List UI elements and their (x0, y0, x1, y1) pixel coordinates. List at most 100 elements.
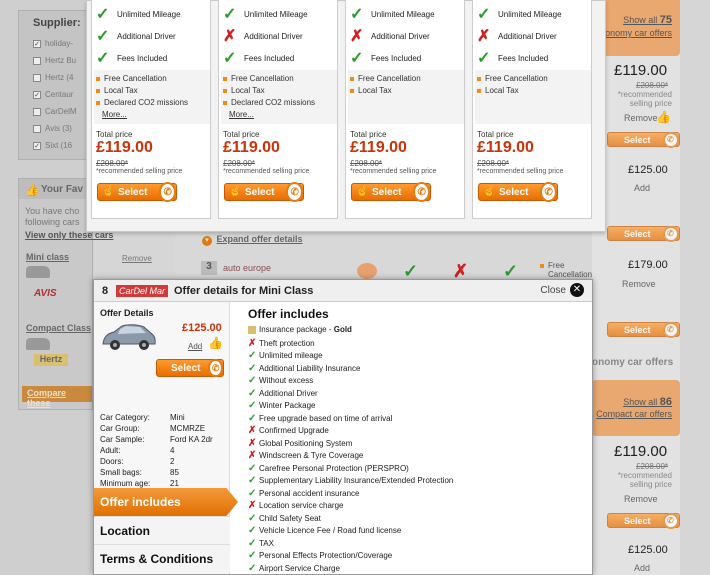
tab-location[interactable]: Location (94, 516, 230, 544)
total-price-label: Total price (350, 130, 387, 139)
feature-row: ✓ Fees Included (96, 48, 167, 68)
cheapest-banner-2: Show all 86 Compact car offers (592, 380, 680, 436)
phone-icon: ✆ (540, 182, 557, 202)
include-label: Airport Service Charge (259, 563, 340, 573)
cross-icon: ✗ (477, 28, 491, 45)
card-rec-price: *recommended selling price (350, 168, 437, 175)
close-button[interactable]: Close ✕ (540, 283, 584, 297)
card-old-price: £208.00* (350, 159, 383, 168)
card-select-button[interactable]: ☝ Select ✆ (351, 182, 431, 202)
show-all-link-2[interactable]: Show all 86 (623, 396, 672, 408)
supplier-filter-item[interactable]: ✓ Centaur (33, 86, 77, 103)
tab-offer-includes[interactable]: Offer includes (94, 488, 238, 516)
cross-icon: ✗ (350, 28, 364, 45)
check-icon: ✓ (248, 375, 257, 387)
check-icon: ✓ (248, 550, 257, 562)
right-select-2[interactable]: Select ✆ (607, 225, 680, 242)
checkbox[interactable]: ✓ (33, 141, 41, 150)
total-price-label: Total price (223, 130, 260, 139)
modal-title: Offer details for Mini Class (174, 285, 314, 297)
check-icon: ✓ (248, 462, 257, 474)
compact-offers-link[interactable]: Compact car offers (596, 409, 672, 419)
extra-label: Free (548, 261, 565, 270)
card-select-button[interactable]: ☝ Select ✆ (478, 182, 558, 202)
expand-offer-row[interactable]: ▾ Expand offer details (202, 234, 303, 246)
right-add-2[interactable]: Add (634, 563, 650, 573)
cheapest-offers-link-2[interactable]: onomy car offers (592, 357, 673, 368)
fav-remove-link[interactable]: Remove (122, 254, 152, 263)
hand-cursor-icon: ☝ (229, 186, 242, 197)
check-icon: ✓ (248, 362, 257, 374)
supplier-filter-item[interactable]: ✓ holiday- (33, 35, 77, 52)
check-icon: ✓ (248, 537, 257, 549)
supplier-filter-item[interactable]: Hertz (4 (33, 69, 77, 86)
card-select-button[interactable]: ☝ Select ✆ (224, 182, 304, 202)
spec-row: Car Group: MCMRZE (100, 424, 228, 435)
check-icon: ✓ (477, 50, 491, 67)
include-label: Unlimited mileage (259, 351, 323, 361)
offer-row-3: 3 auto europe ✓ ✗ ✓ (195, 255, 540, 281)
more-link[interactable]: More... (229, 110, 254, 119)
checkbox[interactable]: ✓ (33, 39, 41, 48)
include-label: Additional Liability Insurance (259, 363, 361, 373)
spec-value: Mini (170, 413, 185, 422)
right-remove-2[interactable]: Remove (622, 279, 656, 289)
cross-icon: ✗ (248, 337, 257, 349)
include-row: ✓ Vehicle Licence Fee / Road fund license (248, 525, 588, 538)
close-label: Close (540, 284, 566, 296)
row3-extras: Free Cancellation (540, 261, 592, 279)
right-select-3[interactable]: Select ✆ (607, 321, 680, 338)
include-label: Confirmed Upgrade (259, 426, 329, 436)
supplier-filter-item[interactable]: ✓ Sixt (16 (33, 137, 77, 154)
compare-button[interactable]: Compare these (22, 386, 92, 408)
card-rec-price: *recommended selling price (223, 168, 310, 175)
include-row: ✗ Global Positioning System (248, 437, 588, 450)
include-row: ✗ Theft protection (248, 337, 588, 350)
checkbox[interactable] (33, 124, 41, 133)
supplier-label: Hertz (4 (45, 73, 74, 82)
checkbox[interactable] (33, 56, 41, 65)
expand-label[interactable]: Expand offer details (217, 234, 303, 244)
right-select-1[interactable]: Select ✆ (607, 131, 680, 148)
right-remove-4[interactable]: Remove (624, 494, 658, 504)
offer-number: 8 (102, 285, 109, 297)
more-link[interactable]: More... (102, 110, 127, 119)
modal-tabs: Offer includes Location Terms & Conditions (94, 488, 238, 572)
include-label: Supplementary Liability Insurance/Extend… (259, 476, 454, 486)
right-select-4[interactable]: Select ✆ (607, 512, 680, 529)
card-old-price: £208.00* (477, 159, 510, 168)
right-add-1[interactable]: Add (634, 183, 650, 193)
card-select-button[interactable]: ☝ Select ✆ (97, 182, 177, 202)
feature-label: Fees Included (371, 53, 422, 63)
spec-key: Car Group: (100, 424, 140, 433)
extra-label: Free Cancellation (485, 74, 548, 83)
checkbox[interactable]: ✓ (33, 90, 41, 99)
spec-row: Small bags: 85 (100, 468, 228, 479)
checkbox[interactable] (33, 73, 41, 82)
card-rec-price: *recommended selling price (96, 168, 183, 175)
check-icon: ✓ (223, 50, 237, 67)
checkbox[interactable] (33, 107, 41, 116)
card-price: £119.00 (96, 139, 153, 156)
tab-terms-conditions[interactable]: Terms & Conditions (94, 544, 230, 572)
extra-label: Free Cancellation (231, 74, 294, 83)
show-all-link[interactable]: Show all 75 (623, 14, 672, 26)
include-row: ✓ Winter Package (248, 400, 588, 413)
right-price-4: £119.00 (614, 443, 668, 460)
modal-select-button[interactable]: Select ✆ (156, 359, 224, 377)
feature-label: Additional Driver (244, 31, 303, 41)
feature-row: ✗ Additional Driver (223, 26, 303, 46)
feature-label: Unlimited Mileage (371, 9, 435, 19)
supplier-filter-item[interactable]: Avis (3) (33, 120, 77, 137)
right-remove-1[interactable]: Remove (624, 113, 658, 123)
cheapest-offers-link[interactable]: onomy car offers (605, 28, 672, 38)
feature-row: ✓ Unlimited Mileage (350, 4, 435, 24)
modal-add-link[interactable]: Add (188, 342, 202, 351)
card-old-price: £208.00* (96, 159, 129, 168)
offer-card: ✓ Unlimited Mileage ✗ Additional Driver ✓ Fee… (345, 0, 465, 219)
thumbs-up-icon: 👍 (25, 183, 40, 197)
supplier-filter-item[interactable]: CarDelM (33, 103, 77, 120)
offer-card: ✓ Unlimited Mileage ✗ Additional Driver ✓ Fee… (472, 0, 592, 219)
expand-icon: ▾ (202, 236, 212, 246)
supplier-filter-item[interactable]: Hertz Bu (33, 52, 77, 69)
